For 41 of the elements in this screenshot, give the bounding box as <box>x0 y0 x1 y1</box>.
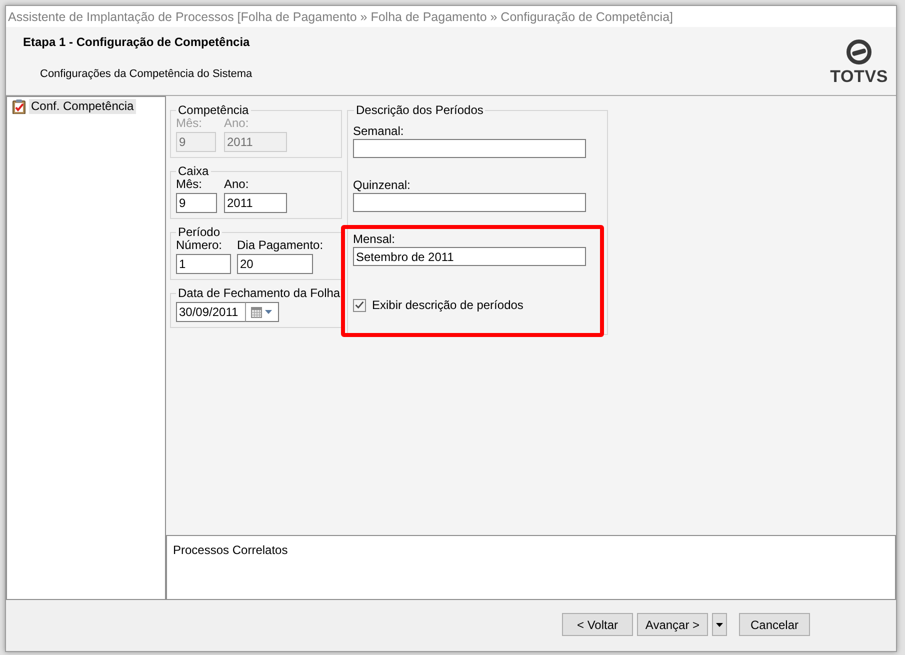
checkmark-icon <box>355 301 364 309</box>
tree-item[interactable]: Conf. Competência <box>29 99 136 114</box>
panel-title: Processos Correlatos <box>173 543 288 557</box>
field-label: Mês: <box>176 178 202 191</box>
next-button[interactable]: Avançar > <box>637 613 708 636</box>
date-input[interactable]: 30/09/2011 <box>176 302 245 322</box>
checkbox[interactable] <box>353 298 366 312</box>
group-title: Descrição dos Períodos <box>355 103 484 117</box>
wizard-button[interactable]: < Voltar <box>562 613 633 636</box>
logo-icon <box>846 39 872 65</box>
caret-icon <box>716 622 723 626</box>
step-title: Etapa 1 - Configuração de Competência <box>23 35 250 50</box>
group-title: Data de Fechamento da Folha <box>177 286 342 300</box>
group-title: Competência <box>177 103 250 117</box>
text-input[interactable] <box>353 139 586 158</box>
checkbox-label[interactable]: Exibir descrição de períodos <box>372 298 524 312</box>
field-label: Dia Pagamento: <box>237 239 324 252</box>
logo-text: TOTVS <box>830 68 888 86</box>
field-label: Semanal: <box>353 125 404 138</box>
field-label: Ano: <box>224 117 249 130</box>
field-label: Mensal: <box>353 233 396 246</box>
group-title: Período <box>177 225 222 239</box>
text-input[interactable]: 20 <box>237 254 313 274</box>
step-subtitle: Configurações da Competência do Sistema <box>40 67 252 81</box>
field-label: Número: <box>176 239 222 252</box>
text-input[interactable] <box>353 193 586 212</box>
dropdown-button[interactable] <box>712 613 727 636</box>
caret-icon <box>265 310 272 314</box>
text-input[interactable]: 2011 <box>224 193 287 213</box>
text-input[interactable]: 9 <box>176 193 217 213</box>
calendar-button[interactable] <box>245 302 279 322</box>
group-title: Caixa <box>177 164 210 178</box>
calendar-icon <box>251 306 262 318</box>
field-label: Ano: <box>224 178 249 191</box>
wizard-button[interactable]: Cancelar <box>739 613 810 636</box>
clipboard-icon <box>12 99 26 114</box>
field-label: Mês: <box>176 117 202 130</box>
window-title: Assistente de Implantação de Processos [Folha de Pagamento » Folha de Pagamento » Configuração de Competência] <box>8 10 673 24</box>
text-input[interactable]: Setembro de 2011 <box>353 247 586 266</box>
text-input[interactable]: 1 <box>176 254 231 274</box>
field-label: Quinzenal: <box>353 179 410 192</box>
